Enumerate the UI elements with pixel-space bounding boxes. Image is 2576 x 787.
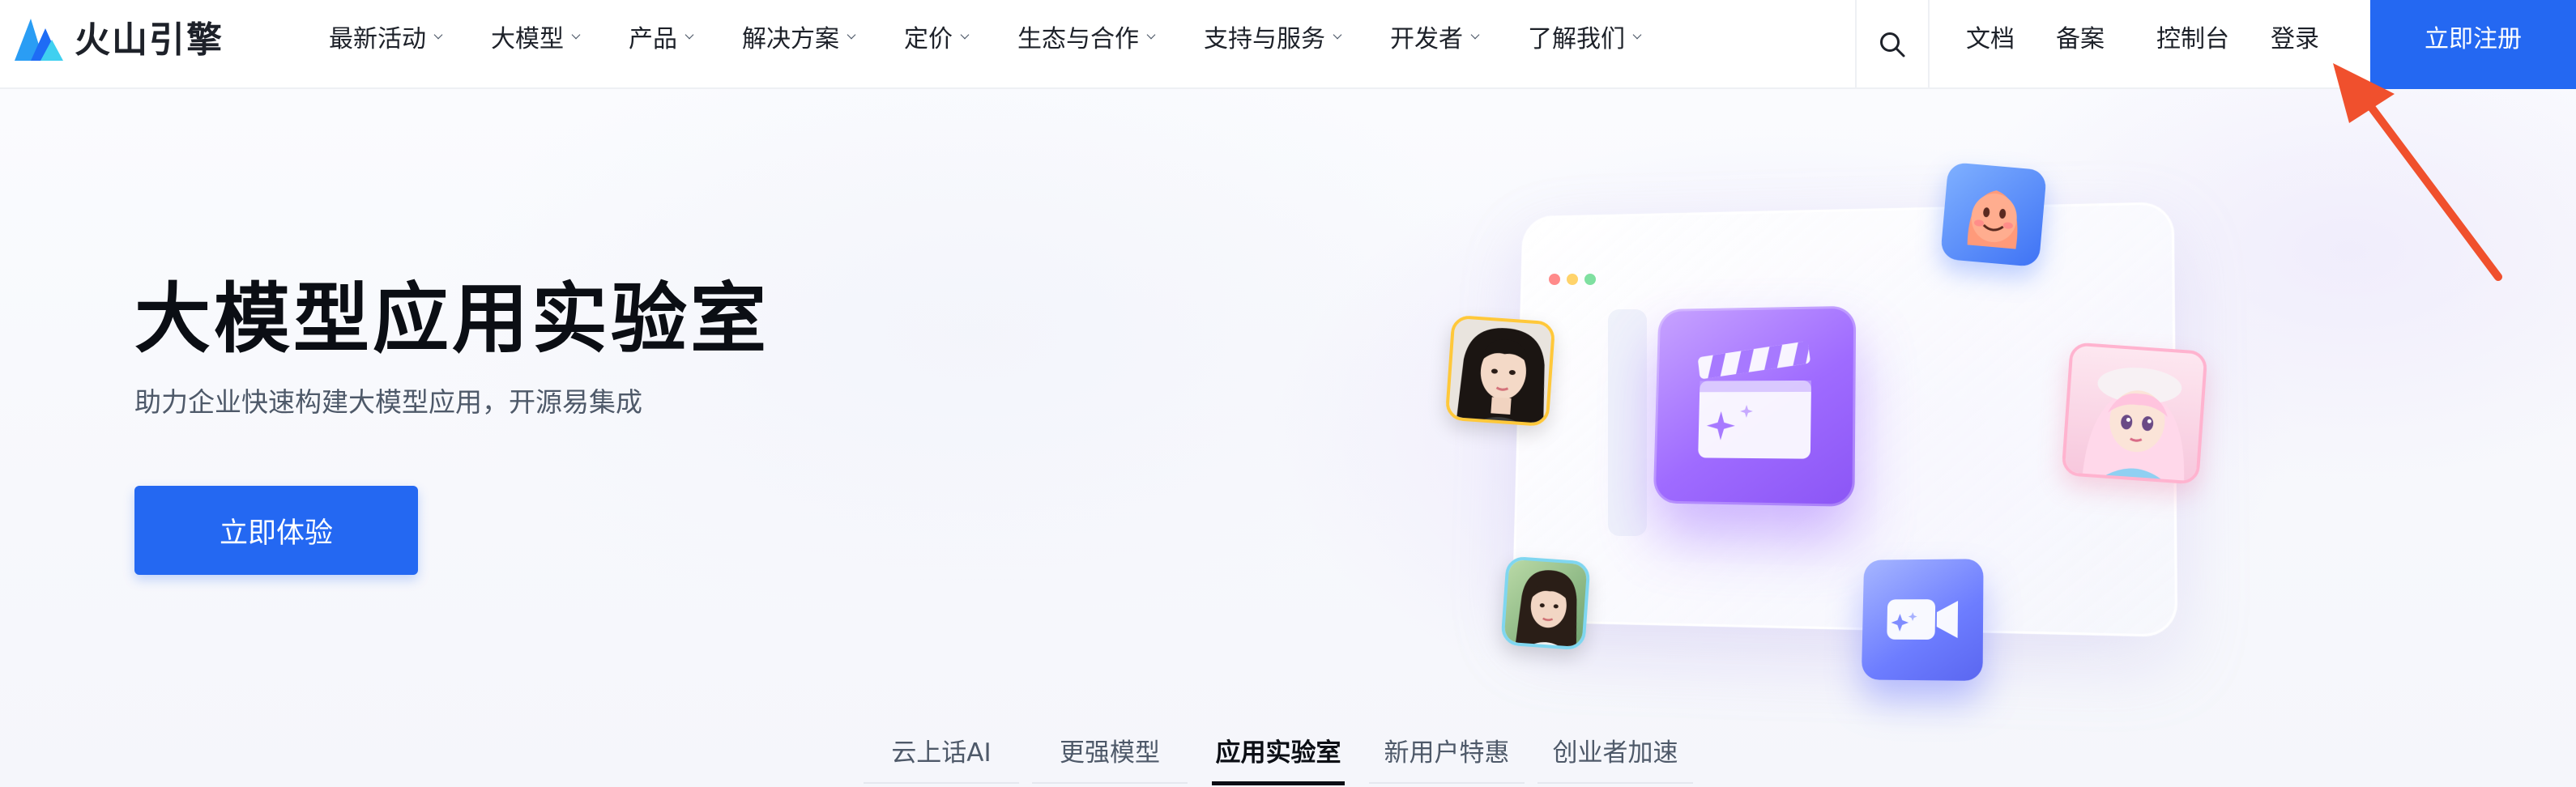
tab-app-lab[interactable]: 应用实验室 (1197, 713, 1359, 787)
docs-link[interactable]: 文档 (1966, 0, 2015, 73)
nav-item-label: 产品 (629, 25, 677, 53)
page-subtitle: 助力企业快速构建大模型应用，开源易集成 (134, 386, 642, 418)
search-button[interactable] (1855, 0, 1930, 89)
nav-item-label: 大模型 (491, 25, 564, 53)
mascot-image (1940, 161, 2047, 268)
video-camera-icon (1887, 599, 1959, 640)
woman-portrait-image (1448, 317, 1556, 428)
filing-link[interactable]: 备案 (2056, 0, 2105, 73)
login-link[interactable]: 登录 (2271, 0, 2319, 73)
video-camera-tile (1861, 559, 1984, 681)
logo[interactable]: 火山引擎 (13, 0, 224, 73)
nav-item-label: 解决方案 (742, 25, 839, 53)
window-dot (1584, 274, 1596, 285)
panel-sidebar-decoration (1608, 309, 1647, 536)
window-dot (1567, 274, 1578, 285)
page: 火山引擎 最新活动 大模型 产品 解决方案 定价 生态与合作 支持与服务 开发者… (0, 0, 2576, 787)
chevron-down-icon (571, 30, 581, 40)
nav-item-label: 生态与合作 (1017, 25, 1139, 53)
woman-outdoor-image (1503, 559, 1591, 651)
page-title: 大模型应用实验室 (134, 275, 770, 364)
volcano-logo-icon (15, 19, 63, 61)
anime-avatar-image (2061, 342, 2208, 485)
chevron-down-icon (433, 30, 443, 40)
nav-item-pricing[interactable]: 定价 (904, 19, 970, 54)
chevron-down-icon (847, 30, 856, 40)
top-header: 火山引擎 最新活动 大模型 产品 解决方案 定价 生态与合作 支持与服务 开发者… (0, 0, 2576, 89)
nav-item-label: 支持与服务 (1204, 25, 1325, 53)
chevron-down-icon (1470, 30, 1480, 40)
clapperboard-icon (1697, 340, 1812, 459)
nav-item-label: 定价 (904, 25, 953, 53)
chevron-down-icon (1333, 30, 1342, 40)
tab-cloud-ai[interactable]: 云上话AI (860, 713, 1022, 787)
console-link[interactable]: 控制台 (2156, 0, 2229, 73)
mascot-icon (1940, 161, 2047, 268)
tab-new-user-offer[interactable]: 新用户特惠 (1366, 713, 1528, 787)
window-dot (1549, 274, 1560, 285)
nav-item-ecosystem[interactable]: 生态与合作 (1017, 19, 1157, 54)
nav-item-large-models[interactable]: 大模型 (491, 19, 582, 54)
tab-startup-accelerator[interactable]: 创业者加速 (1534, 713, 1696, 787)
portrait-image (1500, 555, 1591, 651)
nav-item-developers[interactable]: 开发者 (1390, 19, 1481, 54)
nav-item-label: 最新活动 (329, 25, 426, 53)
window-dots (1549, 274, 1596, 285)
hero-tabs: 云上话AI 更强模型 应用实验室 新用户特惠 创业者加速 (860, 713, 1696, 787)
nav-item-label: 了解我们 (1528, 25, 1625, 53)
anime-girl-image (2064, 345, 2208, 485)
main-nav: 最新活动 大模型 产品 解决方案 定价 生态与合作 支持与服务 开发者 了解我们 (329, 0, 1643, 73)
nav-item-solutions[interactable]: 解决方案 (742, 19, 857, 54)
tab-stronger-models[interactable]: 更强模型 (1029, 713, 1191, 787)
search-icon (1880, 32, 1905, 57)
try-now-button[interactable]: 立即体验 (134, 486, 418, 575)
chevron-down-icon (685, 30, 694, 40)
annotation-arrow-icon (2333, 63, 2502, 281)
avatar-image (1444, 314, 1556, 428)
chevron-down-icon (960, 30, 970, 40)
nav-item-latest-activities[interactable]: 最新活动 (329, 19, 444, 54)
clapperboard-tile (1653, 305, 1857, 507)
nav-item-label: 开发者 (1390, 25, 1463, 53)
nav-item-products[interactable]: 产品 (629, 19, 695, 54)
chevron-down-icon (1632, 30, 1642, 40)
chevron-down-icon (1146, 30, 1156, 40)
logo-text: 火山引擎 (75, 19, 224, 61)
nav-item-support[interactable]: 支持与服务 (1204, 19, 1343, 54)
nav-item-about-us[interactable]: 了解我们 (1528, 19, 1643, 54)
